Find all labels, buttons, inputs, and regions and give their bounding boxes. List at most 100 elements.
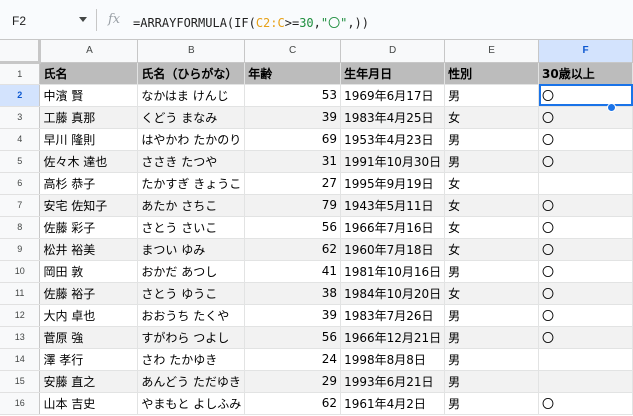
row-header[interactable]: 2 (0, 84, 41, 107)
row-header[interactable]: 11 (0, 282, 41, 305)
cell-sex[interactable]: 女 (444, 106, 540, 129)
cell-kana[interactable]: あんどう ただゆき (137, 370, 246, 393)
cell-sex[interactable]: 男 (444, 128, 540, 151)
row-header[interactable]: 1 (0, 62, 41, 85)
cell-kana[interactable]: やまもと よしふみ (137, 392, 246, 415)
cell-sex[interactable]: 女 (444, 216, 540, 239)
cell-sex[interactable]: 女 (444, 282, 540, 305)
row-header[interactable]: 14 (0, 348, 41, 371)
cell-dob[interactable]: 1998年8月8日 (340, 348, 446, 371)
row-header[interactable]: 4 (0, 128, 41, 151)
header-cell-flag[interactable]: 30歳以上 (538, 62, 633, 85)
cell-age[interactable]: 62 (244, 392, 342, 415)
cell-flag[interactable] (538, 172, 633, 195)
cell-age[interactable]: 56 (244, 216, 342, 239)
cell-flag[interactable]: 〇 (538, 150, 633, 173)
select-all-corner[interactable] (0, 40, 42, 64)
formula-input[interactable]: =ARRAYFORMULA(IF(C2:C>=30,"〇",)) (133, 14, 369, 31)
cell-age[interactable]: 38 (244, 282, 342, 305)
cell-flag[interactable]: 〇 (538, 84, 633, 107)
cell-kana[interactable]: まつい ゆみ (137, 238, 246, 261)
column-header-c[interactable]: C (244, 40, 342, 63)
cell-age[interactable]: 39 (244, 304, 342, 327)
cell-age[interactable]: 53 (244, 84, 342, 107)
row-header[interactable]: 7 (0, 194, 41, 217)
cell-dob[interactable]: 1984年10月20日 (340, 282, 446, 305)
cell-name[interactable]: 佐藤 裕子 (39, 282, 139, 305)
row-header[interactable]: 12 (0, 304, 41, 327)
cell-name[interactable]: 早川 隆則 (39, 128, 139, 151)
cell-sex[interactable]: 男 (444, 304, 540, 327)
cell-sex[interactable]: 男 (444, 348, 540, 371)
row-header[interactable]: 13 (0, 326, 41, 349)
cell-dob[interactable]: 1983年4月25日 (340, 106, 446, 129)
cell-sex[interactable]: 女 (444, 238, 540, 261)
cell-dob[interactable]: 1953年4月23日 (340, 128, 446, 151)
cell-kana[interactable]: さわ たかゆき (137, 348, 246, 371)
column-header-a[interactable]: A (39, 40, 139, 63)
cell-age[interactable]: 56 (244, 326, 342, 349)
cell-dob[interactable]: 1943年5月11日 (340, 194, 446, 217)
cell-age[interactable]: 69 (244, 128, 342, 151)
cell-kana[interactable]: さとう さいこ (137, 216, 246, 239)
cell-sex[interactable]: 男 (444, 326, 540, 349)
cell-dob[interactable]: 1961年4月2日 (340, 392, 446, 415)
header-cell-name[interactable]: 氏名 (39, 62, 139, 85)
cell-age[interactable]: 29 (244, 370, 342, 393)
cell-name[interactable]: 佐藤 彩子 (39, 216, 139, 239)
cell-flag[interactable]: 〇 (538, 238, 633, 261)
cell-sex[interactable]: 男 (444, 150, 540, 173)
cell-kana[interactable]: さとう ゆうこ (137, 282, 246, 305)
cell-age[interactable]: 39 (244, 106, 342, 129)
header-cell-sex[interactable]: 性別 (444, 62, 540, 85)
cell-dob[interactable]: 1993年6月21日 (340, 370, 446, 393)
row-header[interactable]: 3 (0, 106, 41, 129)
cell-flag[interactable]: 〇 (538, 304, 633, 327)
cell-sex[interactable]: 女 (444, 172, 540, 195)
row-header[interactable]: 5 (0, 150, 41, 173)
cell-name[interactable]: 岡田 敦 (39, 260, 139, 283)
cell-name[interactable]: 大内 卓也 (39, 304, 139, 327)
cell-kana[interactable]: あたか さちこ (137, 194, 246, 217)
cell-kana[interactable]: なかはま けんじ (137, 84, 246, 107)
cell-sex[interactable]: 男 (444, 392, 540, 415)
cell-dob[interactable]: 1991年10月30日 (340, 150, 446, 173)
header-cell-dob[interactable]: 生年月日 (340, 62, 446, 85)
cell-dob[interactable]: 1966年12月21日 (340, 326, 446, 349)
cell-dob[interactable]: 1960年7月18日 (340, 238, 446, 261)
cell-kana[interactable]: くどう まなみ (137, 106, 246, 129)
cell-flag[interactable] (538, 370, 633, 393)
cell-kana[interactable]: すがわら つよし (137, 326, 246, 349)
cell-age[interactable]: 62 (244, 238, 342, 261)
cell-sex[interactable]: 女 (444, 194, 540, 217)
cell-flag[interactable]: 〇 (538, 194, 633, 217)
column-header-b[interactable]: B (137, 40, 246, 63)
cell-name[interactable]: 澤 孝行 (39, 348, 139, 371)
row-header[interactable]: 10 (0, 260, 41, 283)
column-header-e[interactable]: E (444, 40, 540, 63)
row-header[interactable]: 16 (0, 392, 41, 415)
cell-flag[interactable]: 〇 (538, 106, 633, 129)
header-cell-age[interactable]: 年齢 (244, 62, 342, 85)
cell-flag[interactable] (538, 348, 633, 371)
cell-sex[interactable]: 男 (444, 260, 540, 283)
row-header[interactable]: 9 (0, 238, 41, 261)
cell-name[interactable]: 安宅 佐知子 (39, 194, 139, 217)
column-header-f[interactable]: F (538, 40, 633, 63)
row-header[interactable]: 15 (0, 370, 41, 393)
cell-name[interactable]: 松井 裕美 (39, 238, 139, 261)
cell-kana[interactable]: おかだ あつし (137, 260, 246, 283)
cell-kana[interactable]: ささき たつや (137, 150, 246, 173)
cell-sex[interactable]: 男 (444, 370, 540, 393)
row-header[interactable]: 6 (0, 172, 41, 195)
cell-age[interactable]: 24 (244, 348, 342, 371)
cell-age[interactable]: 41 (244, 260, 342, 283)
name-box[interactable]: F2 (12, 14, 26, 28)
cell-age[interactable]: 79 (244, 194, 342, 217)
cell-kana[interactable]: たかすぎ きょうこ (137, 172, 246, 195)
cell-sex[interactable]: 男 (444, 84, 540, 107)
cell-flag[interactable]: 〇 (538, 216, 633, 239)
fill-handle[interactable] (607, 103, 616, 112)
cell-name[interactable]: 中濱 賢 (39, 84, 139, 107)
cell-flag[interactable]: 〇 (538, 128, 633, 151)
